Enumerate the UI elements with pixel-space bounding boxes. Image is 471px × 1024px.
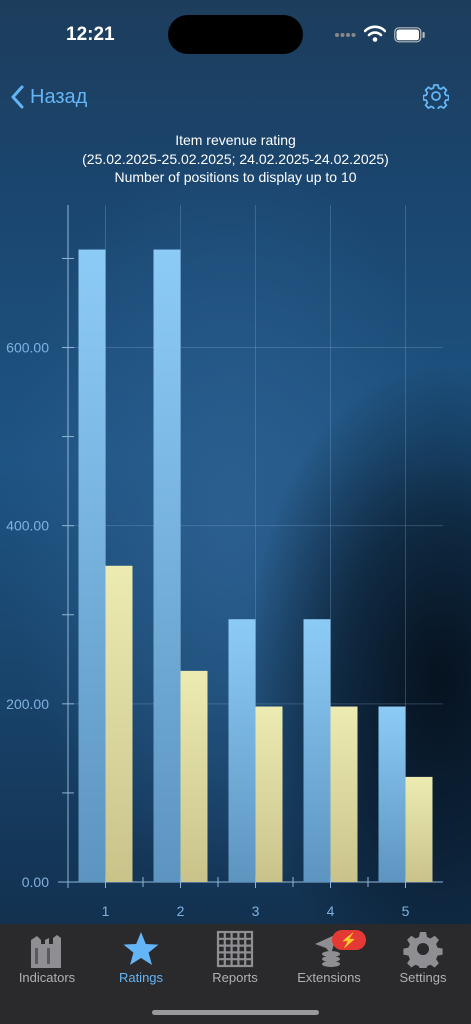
home-indicator bbox=[152, 1010, 319, 1015]
y-tick-label: 600.00 bbox=[6, 340, 49, 356]
x-tick-label: 2 bbox=[177, 903, 185, 919]
extensions-badge: ⚡ bbox=[332, 930, 366, 950]
bar bbox=[105, 565, 133, 882]
tab-label: Settings bbox=[399, 970, 447, 985]
tab-label: Ratings bbox=[118, 970, 164, 985]
bar bbox=[330, 706, 358, 882]
tab-label: Extensions bbox=[297, 970, 361, 985]
x-tick-label: 3 bbox=[252, 903, 260, 919]
bar bbox=[303, 619, 331, 882]
x-tick-label: 1 bbox=[102, 903, 110, 919]
bar bbox=[255, 706, 283, 882]
bar bbox=[78, 249, 106, 882]
tab-ratings[interactable]: Ratings bbox=[94, 924, 188, 994]
bar bbox=[378, 706, 406, 882]
tab-reports[interactable]: Reports bbox=[188, 924, 282, 994]
indicators-icon bbox=[31, 935, 61, 968]
tab-indicators[interactable]: Indicators bbox=[0, 924, 94, 994]
x-tick-label: 4 bbox=[327, 903, 335, 919]
y-tick-label: 200.00 bbox=[6, 696, 49, 712]
gear-icon bbox=[403, 932, 443, 968]
grid-icon bbox=[216, 930, 254, 968]
bar-chart: 0.00 200.00 400.00 600.00 1 2 3 4 5 bbox=[6, 205, 443, 919]
bar bbox=[180, 670, 208, 882]
y-tick-label: 0.00 bbox=[22, 874, 49, 890]
bar bbox=[405, 776, 433, 882]
bar bbox=[153, 249, 181, 882]
tab-label: Indicators bbox=[18, 970, 76, 985]
tab-settings[interactable]: Settings bbox=[376, 924, 470, 994]
bar bbox=[228, 619, 256, 882]
tab-bar: Indicators Ratings Reports ⚡ Extensions … bbox=[0, 924, 471, 1024]
y-tick-label: 400.00 bbox=[6, 518, 49, 534]
star-icon bbox=[123, 932, 159, 965]
tab-extensions[interactable]: ⚡ Extensions bbox=[282, 924, 376, 994]
x-tick-label: 5 bbox=[402, 903, 410, 919]
tab-label: Reports bbox=[212, 970, 258, 985]
